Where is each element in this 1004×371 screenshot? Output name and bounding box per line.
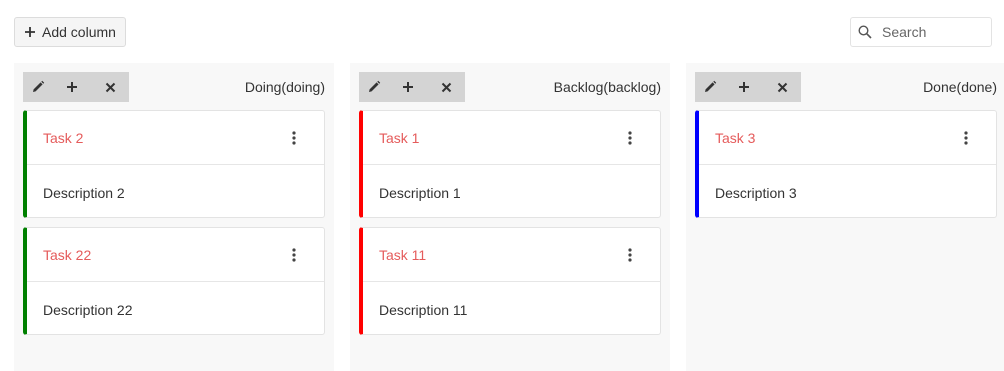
column-title: Doing(doing) bbox=[244, 79, 325, 95]
card-menu-button[interactable] bbox=[624, 246, 636, 264]
search-box[interactable] bbox=[850, 17, 992, 47]
card-description: Description 1 bbox=[379, 185, 461, 201]
column-header: Done(done) bbox=[686, 63, 1004, 102]
search-icon bbox=[858, 25, 872, 39]
card-title: Task 22 bbox=[43, 247, 92, 263]
more-vertical-icon bbox=[628, 131, 632, 145]
add-column-label: Add column bbox=[42, 24, 116, 40]
task-card[interactable]: Task 3 Description 3 bbox=[695, 110, 997, 218]
card-menu-button[interactable] bbox=[960, 129, 972, 147]
column-toolbar bbox=[23, 72, 129, 102]
column-title: Backlog(backlog) bbox=[553, 79, 661, 95]
close-icon bbox=[105, 82, 115, 92]
card-description: Description 3 bbox=[715, 185, 797, 201]
edit-column-button[interactable] bbox=[695, 72, 725, 102]
pencil-icon bbox=[705, 80, 717, 92]
delete-column-button[interactable] bbox=[91, 72, 129, 102]
plus-icon bbox=[403, 82, 413, 92]
edit-column-button[interactable] bbox=[23, 72, 53, 102]
plus-icon bbox=[25, 27, 35, 37]
delete-column-button[interactable] bbox=[427, 72, 465, 102]
card-title: Task 2 bbox=[43, 130, 84, 146]
task-card[interactable]: Task 2 Description 2 bbox=[23, 110, 325, 218]
pencil-icon bbox=[33, 80, 45, 92]
more-vertical-icon bbox=[964, 131, 968, 145]
task-card[interactable]: Task 1 Description 1 bbox=[359, 110, 661, 218]
more-vertical-icon bbox=[292, 248, 296, 262]
edit-column-button[interactable] bbox=[359, 72, 389, 102]
column-toolbar bbox=[359, 72, 465, 102]
column-backlog: Backlog(backlog) Task 1 Description 1 Ta… bbox=[350, 63, 670, 371]
plus-icon bbox=[739, 82, 749, 92]
add-card-button[interactable] bbox=[725, 72, 763, 102]
card-title: Task 11 bbox=[379, 247, 427, 263]
column-header: Doing(doing) bbox=[14, 63, 334, 102]
card-title: Task 3 bbox=[715, 130, 756, 146]
close-icon bbox=[777, 82, 787, 92]
column-toolbar bbox=[695, 72, 801, 102]
pencil-icon bbox=[369, 80, 381, 92]
card-title: Task 1 bbox=[379, 130, 420, 146]
search-input[interactable] bbox=[882, 24, 982, 40]
card-description: Description 2 bbox=[43, 185, 125, 201]
task-card[interactable]: Task 22 Description 22 bbox=[23, 227, 325, 335]
card-menu-button[interactable] bbox=[288, 246, 300, 264]
task-card[interactable]: Task 11 Description 11 bbox=[359, 227, 661, 335]
column-title: Done(done) bbox=[923, 79, 997, 95]
card-description: Description 22 bbox=[43, 302, 133, 318]
card-menu-button[interactable] bbox=[624, 129, 636, 147]
add-column-button[interactable]: Add column bbox=[14, 17, 126, 47]
card-menu-button[interactable] bbox=[288, 129, 300, 147]
more-vertical-icon bbox=[292, 131, 296, 145]
delete-column-button[interactable] bbox=[763, 72, 801, 102]
add-card-button[interactable] bbox=[389, 72, 427, 102]
column-done: Done(done) Task 3 Description 3 bbox=[686, 63, 1004, 371]
add-card-button[interactable] bbox=[53, 72, 91, 102]
card-description: Description 11 bbox=[379, 302, 468, 318]
column-header: Backlog(backlog) bbox=[350, 63, 670, 102]
more-vertical-icon bbox=[628, 248, 632, 262]
plus-icon bbox=[67, 82, 77, 92]
kanban-board: Doing(doing) Task 2 Description 2 Task 2… bbox=[14, 63, 1004, 371]
close-icon bbox=[441, 82, 451, 92]
column-doing: Doing(doing) Task 2 Description 2 Task 2… bbox=[14, 63, 334, 371]
